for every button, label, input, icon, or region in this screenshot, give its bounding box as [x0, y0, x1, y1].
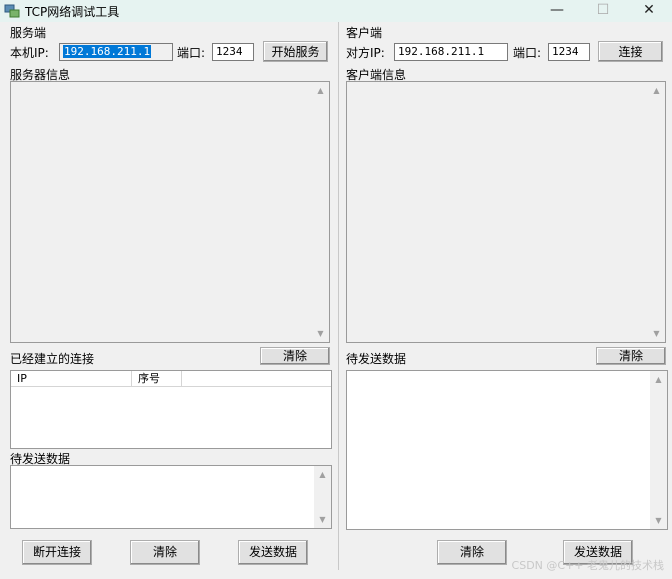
local-ip-field[interactable]: 192.168.211.1 [59, 43, 173, 61]
minimize-button[interactable]: — [534, 0, 580, 22]
scroll-down-arrow-icon[interactable]: ▼ [312, 325, 329, 342]
server-info-scrollbar[interactable]: ▲ ▼ [312, 82, 329, 342]
window-title: TCP网络调试工具 [25, 5, 120, 19]
server-send-scrollbar[interactable]: ▲ ▼ [314, 466, 331, 528]
client-port-label: 端口: [513, 46, 542, 60]
client-clear-send-button[interactable]: 清除 [596, 347, 666, 365]
panel-divider [338, 22, 339, 570]
server-clear-button[interactable]: 清除 [130, 540, 200, 565]
scroll-down-arrow-icon[interactable]: ▼ [650, 512, 667, 529]
local-ip-value: 192.168.211.1 [63, 45, 152, 58]
client-send-scrollbar[interactable]: ▲ ▼ [650, 371, 667, 529]
server-info-textarea[interactable]: ▲ ▼ [10, 81, 330, 343]
connect-button[interactable]: 连接 [598, 41, 663, 62]
close-button[interactable]: ✕ [626, 0, 672, 22]
server-port-field[interactable]: 1234 [212, 43, 254, 61]
client-section-label: 客户端 [346, 26, 383, 40]
app-network-icon [4, 4, 20, 18]
server-send-button[interactable]: 发送数据 [238, 540, 308, 565]
column-header-ip[interactable]: IP [11, 371, 132, 386]
scroll-up-arrow-icon[interactable]: ▲ [648, 82, 665, 99]
server-port-label: 端口: [177, 46, 206, 60]
clear-connections-button[interactable]: 清除 [260, 347, 330, 365]
client-clear-button[interactable]: 清除 [437, 540, 507, 565]
connections-label: 已经建立的连接 [10, 352, 95, 366]
connections-header: IP 序号 [11, 371, 331, 387]
server-send-textarea[interactable]: ▲ ▼ [10, 465, 332, 529]
remote-ip-label: 对方IP: [346, 46, 385, 60]
maximize-button[interactable]: ☐ [580, 0, 626, 22]
connections-listview[interactable]: IP 序号 [10, 370, 332, 449]
disconnect-button[interactable]: 断开连接 [22, 540, 92, 565]
local-ip-label: 本机IP: [10, 46, 49, 60]
client-send-textarea[interactable]: ▲ ▼ [346, 370, 668, 530]
client-port-field[interactable]: 1234 [548, 43, 590, 61]
scroll-up-arrow-icon[interactable]: ▲ [650, 371, 667, 388]
client-info-scrollbar[interactable]: ▲ ▼ [648, 82, 665, 342]
scroll-up-arrow-icon[interactable]: ▲ [314, 466, 331, 483]
scroll-up-arrow-icon[interactable]: ▲ [312, 82, 329, 99]
watermark-text: CSDN @C++ 老鬼儿的技术栈 [511, 559, 664, 572]
client-send-label: 待发送数据 [346, 352, 407, 366]
start-service-button[interactable]: 开始服务 [263, 41, 328, 62]
title-bar: TCP网络调试工具 — ☐ ✕ [0, 0, 672, 22]
server-section-label: 服务端 [10, 26, 47, 40]
client-info-textarea[interactable]: ▲ ▼ [346, 81, 666, 343]
scroll-down-arrow-icon[interactable]: ▼ [648, 325, 665, 342]
column-header-index[interactable]: 序号 [132, 371, 182, 386]
remote-ip-field[interactable]: 192.168.211.1 [394, 43, 508, 61]
scroll-down-arrow-icon[interactable]: ▼ [314, 511, 331, 528]
